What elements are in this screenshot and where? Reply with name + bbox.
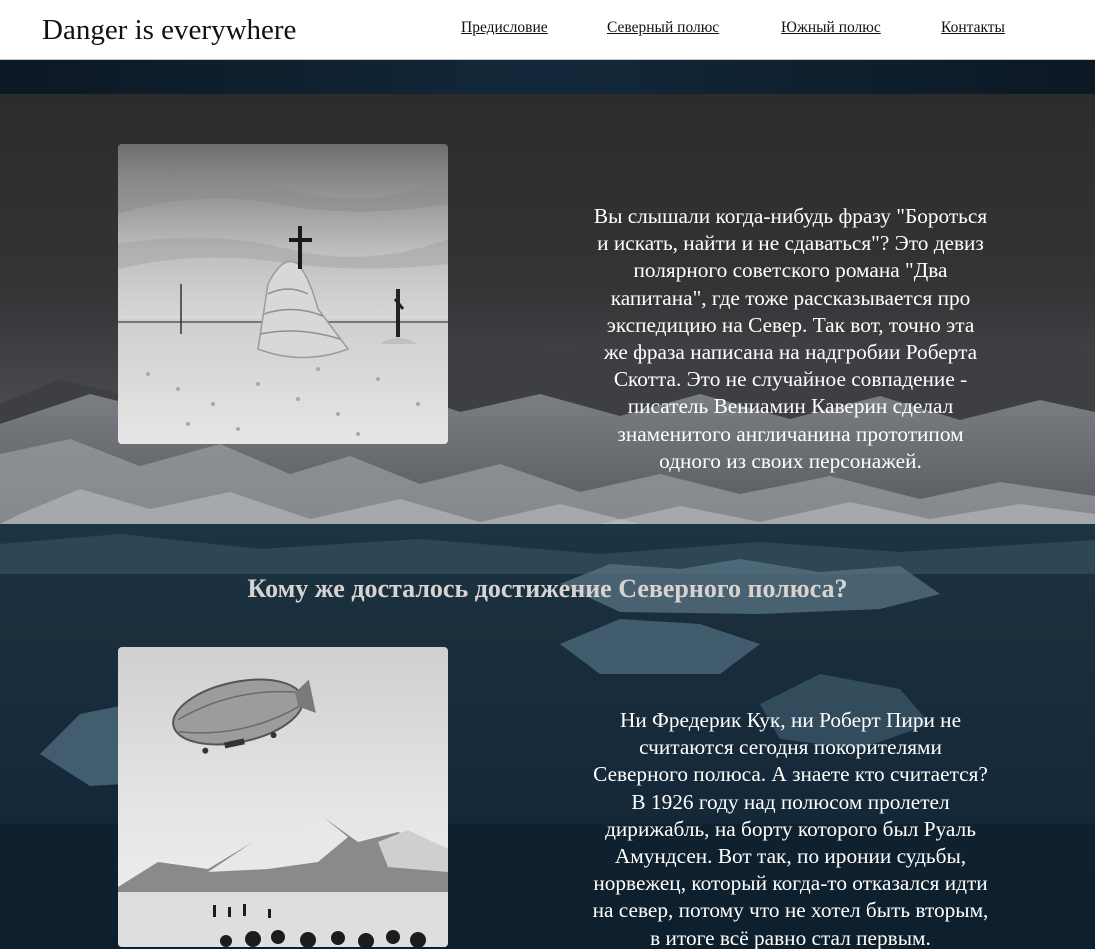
hero-strip xyxy=(0,60,1095,94)
airship-photo xyxy=(118,647,448,947)
text-line: дирижабль, на борту которого был Руаль xyxy=(605,816,976,841)
nav-link-contacts[interactable]: Контакты xyxy=(941,19,1005,37)
text-line: писатель Вениамин Каверин сделал xyxy=(627,394,954,419)
text-line: Северного полюса. А знаете кто считается… xyxy=(593,762,988,787)
section1-paragraph: Вы слышали когда-нибудь фразу "Бороться … xyxy=(548,203,1033,475)
text-line: Вы слышали когда-нибудь фразу "Бороться xyxy=(593,204,988,228)
text-line: В 1926 году над полюсом пролетел xyxy=(631,789,950,814)
nav-link-south-pole[interactable]: Южный полюс xyxy=(781,19,881,37)
text-line: экспедицию на Север. Так вот, точно эта xyxy=(606,312,975,337)
nav-link-preface[interactable]: Предисловие xyxy=(461,19,548,37)
text-line: и искать, найти и не сдаваться"? Это дев… xyxy=(597,231,984,256)
scott-grave-photo xyxy=(118,144,448,444)
nav-link-north-pole[interactable]: Северный полюс xyxy=(607,19,719,37)
text-line: знаменитого англичанина прототипом xyxy=(617,421,964,446)
text-line: норвежец, который когда-то отказался идт… xyxy=(593,871,988,896)
site-header: Danger is everywhere Предисловие Северны… xyxy=(0,0,1095,60)
section2-paragraph: Ни Фредерик Кук, ни Роберт Пири не счита… xyxy=(548,707,1033,949)
text-line: считаются сегодня покорителями xyxy=(639,735,942,760)
text-line: на север, потому что не хотел быть вторы… xyxy=(592,898,989,923)
text-line: в итоге всё равно стал первым. xyxy=(650,925,931,949)
text-line: Ни Фредерик Кук, ни Роберт Пири не xyxy=(619,708,962,732)
text-line: одного из своих персонажей. xyxy=(659,448,922,473)
text-line: же фраза написана на надгробии Роберта xyxy=(603,340,978,365)
text-line: Скотта. Это не случайное совпадение - xyxy=(613,367,968,392)
text-line: Амундсен. Вот так, по иронии судьбы, xyxy=(614,844,967,869)
site-logo[interactable]: Danger is everywhere xyxy=(42,14,296,47)
text-line: полярного советского романа "Два xyxy=(633,258,948,283)
text-line: капитана", где тоже рассказывается про xyxy=(610,285,971,310)
section2-heading: Кому же досталось достижение Северного п… xyxy=(247,574,848,603)
